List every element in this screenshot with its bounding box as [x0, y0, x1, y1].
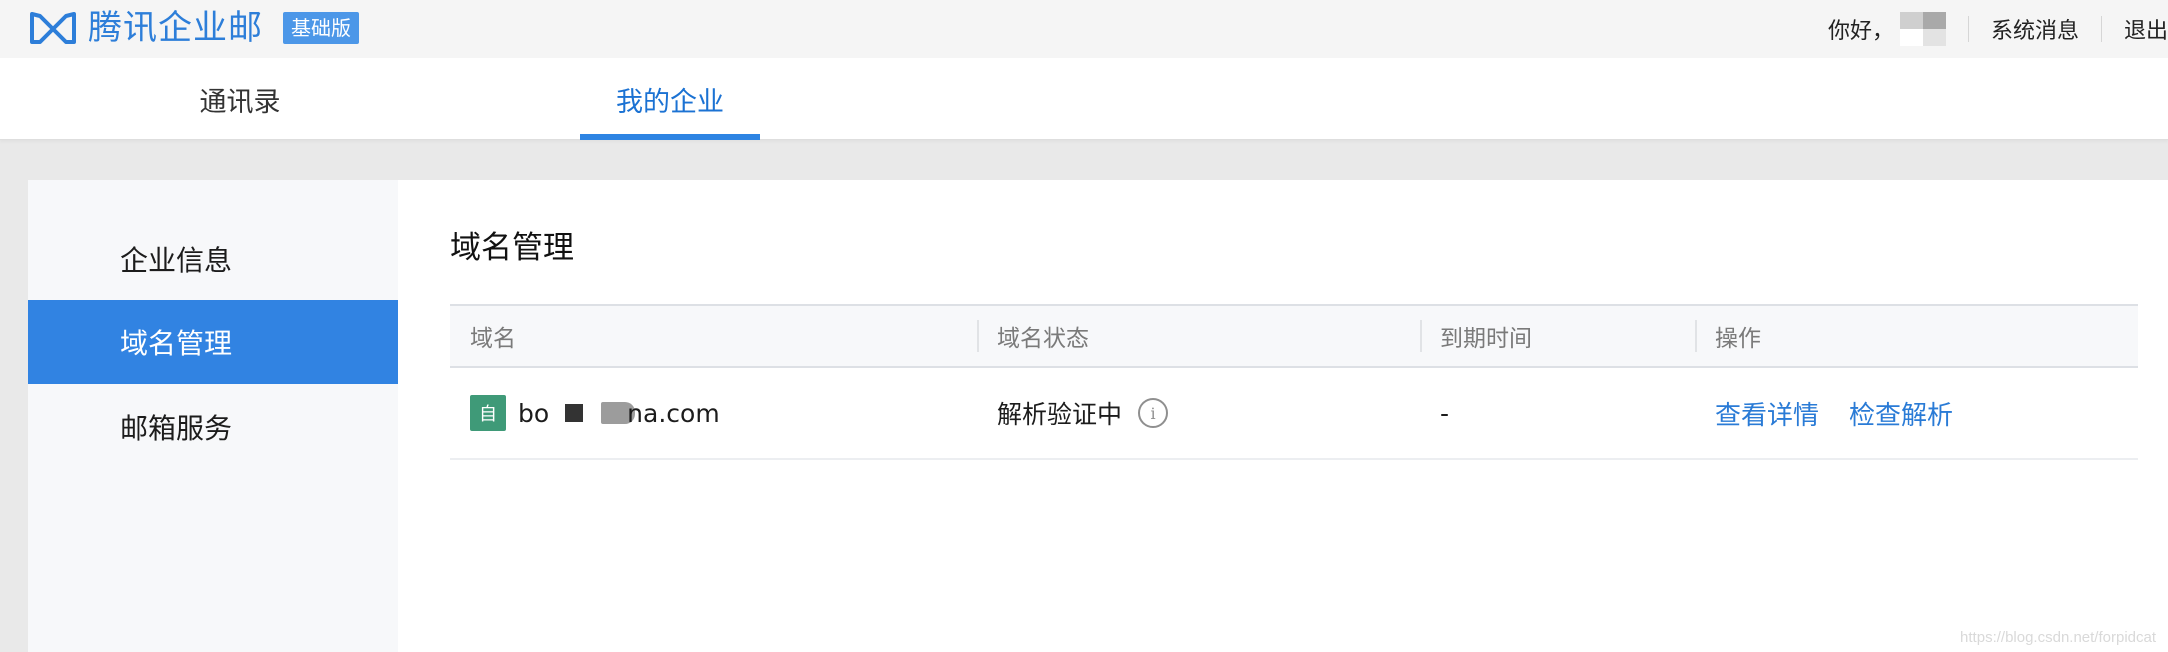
redaction-block — [565, 404, 584, 422]
actions-cell: 查看详情 检查解析 — [1715, 368, 1983, 458]
edition-badge: 基础版 — [283, 12, 359, 44]
redacted-username — [1899, 12, 1946, 46]
greeting-text: 你好， — [1827, 19, 1894, 44]
table-header: 域名 域名状态 到期时间 操作 — [450, 304, 2138, 368]
domain-suffix: na.com — [627, 398, 720, 428]
tab-contacts[interactable]: 通讯录 — [160, 58, 320, 140]
sidebar-item-mailbox-service[interactable]: 邮箱服务 — [28, 385, 398, 469]
main-panel: 企业信息 域名管理 邮箱服务 域名管理 域名 域名状态 到期时间 操作 自 bo — [28, 180, 2168, 652]
page-title: 域名管理 — [450, 230, 574, 266]
logo[interactable]: 腾讯企业邮 基础版 — [28, 6, 359, 50]
table-row: 自 bo na.com 解析验证中 i - 查看详情 检查解析 — [450, 368, 2138, 460]
main-nav: 通讯录 我的企业 — [0, 58, 2168, 140]
divider — [2100, 16, 2102, 42]
column-header-expiry: 到期时间 — [1440, 326, 1532, 352]
expiry-cell: - — [1440, 398, 1450, 428]
domain-prefix: bo — [518, 398, 550, 428]
tab-my-enterprise[interactable]: 我的企业 — [580, 58, 760, 140]
watermark: https://blog.csdn.net/forpidcat — [1960, 629, 2156, 646]
column-header-actions: 操作 — [1715, 326, 1761, 352]
status-cell: 解析验证中 i — [997, 368, 1169, 458]
sidebar-item-domain-management[interactable]: 域名管理 — [28, 300, 398, 384]
domain-status: 解析验证中 — [997, 400, 1123, 429]
top-right-menu: 你好， 系统消息 退出 — [1828, 0, 2168, 58]
top-bar: 腾讯企业邮 基础版 你好， 系统消息 退出 — [0, 0, 2168, 58]
column-header-status: 域名状态 — [997, 326, 1089, 352]
logout-link[interactable]: 退出 — [2124, 13, 2168, 45]
divider — [1967, 16, 1969, 42]
sidebar: 企业信息 域名管理 邮箱服务 — [28, 180, 398, 652]
info-icon[interactable]: i — [1138, 398, 1169, 428]
column-divider — [1420, 320, 1422, 352]
view-details-link[interactable]: 查看详情 — [1715, 395, 1819, 432]
self-domain-tag: 自 — [470, 395, 506, 431]
column-header-domain: 域名 — [470, 326, 516, 352]
check-dns-link[interactable]: 检查解析 — [1849, 395, 1953, 432]
column-divider — [1695, 320, 1697, 352]
content-area: 域名管理 域名 域名状态 到期时间 操作 自 bo na.com 解析验证中 i… — [398, 180, 2168, 652]
domain-table: 域名 域名状态 到期时间 操作 自 bo na.com 解析验证中 i - 查看… — [450, 304, 2138, 460]
sidebar-item-enterprise-info[interactable]: 企业信息 — [28, 217, 398, 301]
system-messages-link[interactable]: 系统消息 — [1991, 13, 2079, 45]
logo-text: 腾讯企业邮 — [88, 8, 263, 48]
greeting: 你好， — [1828, 12, 1946, 46]
column-divider — [977, 320, 979, 352]
exmail-logo-icon — [28, 10, 78, 46]
domain-cell: 自 bo na.com — [470, 368, 720, 458]
